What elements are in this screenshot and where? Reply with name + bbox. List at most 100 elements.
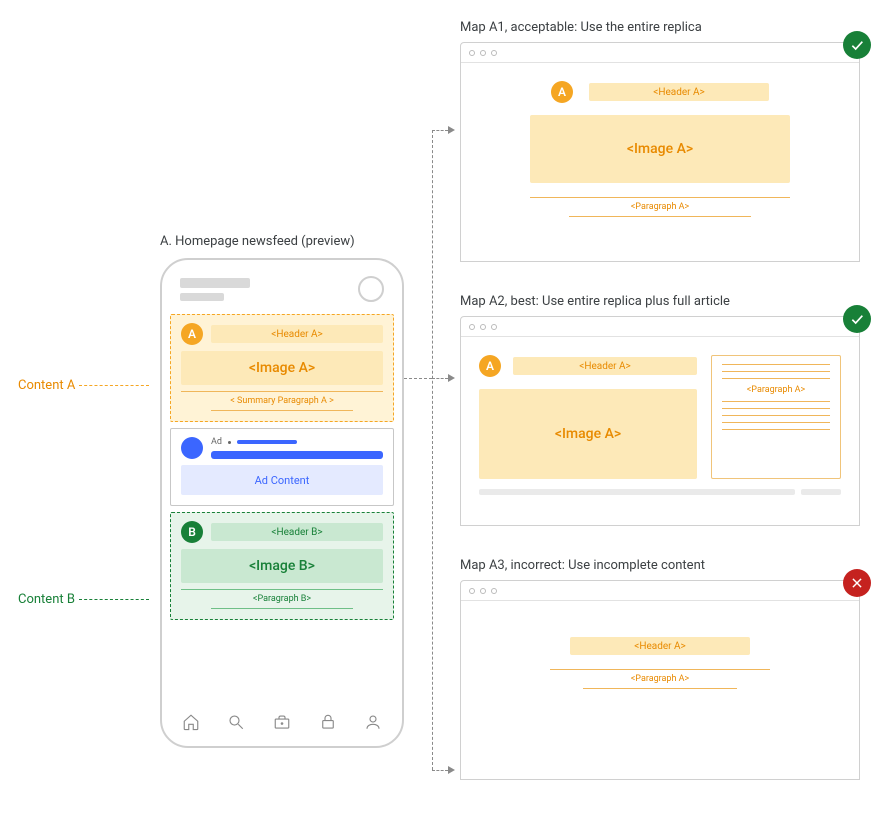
browser-titlebar — [461, 581, 859, 601]
badge-a: A — [181, 323, 203, 345]
map-a2-replica: A <Header A> <Image A> — [479, 355, 697, 479]
text-line — [722, 371, 830, 372]
connector-line — [432, 378, 448, 379]
connector-line — [404, 378, 432, 379]
text-line — [550, 669, 770, 670]
phone-title: A. Homepage newsfeed (preview) — [160, 234, 355, 249]
text-line — [211, 410, 352, 411]
content-b-card: B <Header B> <Image B> <Paragraph B> — [170, 512, 394, 620]
connector-line — [432, 130, 433, 770]
paragraph-a-label: <Paragraph A> — [631, 674, 690, 684]
paragraph-b-lines: <Paragraph B> — [181, 589, 383, 609]
text-line — [722, 364, 830, 365]
paragraph-a-label: <Paragraph A> — [747, 385, 806, 395]
paragraph-a-lines: <Paragraph A> — [530, 197, 790, 217]
avatar-placeholder — [358, 276, 384, 302]
window-dot-icon — [491, 588, 497, 594]
text-line — [569, 216, 751, 217]
text-line — [722, 408, 830, 409]
paragraph-a-label: <Paragraph A> — [631, 202, 690, 212]
text-line — [722, 401, 830, 402]
placeholder-bar — [180, 278, 250, 288]
status-error-icon — [843, 569, 871, 597]
badge-a: A — [551, 81, 573, 103]
search-icon — [227, 713, 245, 731]
content-a-label-text: Content A — [18, 378, 75, 393]
ad-line — [237, 440, 297, 444]
map-a3-label: Map A3, incorrect: Use incomplete conten… — [460, 558, 705, 573]
browser-titlebar — [461, 43, 859, 63]
badge-b: B — [181, 521, 203, 543]
lock-icon — [319, 713, 337, 731]
map-a3-body: <Header A> <Paragraph A> — [461, 601, 859, 711]
content-a-connector — [79, 385, 149, 386]
text-line — [583, 688, 737, 689]
content-a-card: A <Header A> <Image A> < Summary Paragra… — [170, 314, 394, 422]
status-ok-icon — [843, 31, 871, 59]
paragraph-a-lines: <Paragraph A> — [550, 669, 770, 689]
dot-icon — [228, 441, 231, 444]
image-a-slab: <Image A> — [530, 115, 790, 183]
map-a2-label: Map A2, best: Use entire replica plus fu… — [460, 294, 730, 309]
header-a-pill: <Header A> — [211, 325, 383, 343]
content-b-connector — [79, 599, 149, 600]
window-dot-icon — [480, 324, 486, 330]
ad-avatar — [181, 437, 203, 459]
content-b-label-text: Content B — [18, 592, 75, 607]
window-dot-icon — [491, 324, 497, 330]
phone-nav — [162, 708, 402, 736]
text-line — [722, 415, 830, 416]
map-a3-browser: <Header A> <Paragraph A> — [460, 580, 860, 780]
text-line — [181, 391, 383, 392]
ad-card: Ad Ad Content — [170, 428, 394, 506]
window-dot-icon — [491, 50, 497, 56]
ad-title-bar — [211, 451, 383, 459]
paragraph-a-lines: < Summary Paragraph A > — [181, 391, 383, 411]
image-a-slab: <Image A> — [479, 389, 697, 479]
phone-mock: A <Header A> <Image A> < Summary Paragra… — [160, 258, 404, 748]
header-a-pill: <Header A> — [513, 357, 697, 375]
window-dot-icon — [469, 50, 475, 56]
map-a1-browser: A <Header A> <Image A> <Paragraph A> — [460, 42, 860, 262]
window-dot-icon — [480, 50, 486, 56]
arrow-right-icon — [448, 126, 455, 134]
phone-top-bar — [170, 270, 394, 314]
badge-a: A — [479, 355, 501, 377]
text-line — [722, 422, 830, 423]
user-icon — [364, 713, 382, 731]
text-line — [181, 589, 383, 590]
arrow-right-icon — [448, 374, 455, 382]
content-a-label: Content A — [18, 378, 149, 393]
image-a-slab: <Image A> — [181, 351, 383, 385]
header-a-pill: <Header A> — [589, 83, 769, 101]
browser-titlebar — [461, 317, 859, 337]
content-b-label: Content B — [18, 592, 149, 607]
map-a2-body: A <Header A> <Image A> <Paragraph A> — [461, 337, 859, 517]
status-ok-icon — [843, 305, 871, 333]
scrub-bar — [479, 489, 795, 495]
connector-line — [432, 130, 448, 131]
diagram-stage: A. Homepage newsfeed (preview) Content A… — [0, 0, 895, 832]
scrub-bar — [801, 489, 841, 495]
window-dot-icon — [469, 324, 475, 330]
summary-paragraph-a-label: < Summary Paragraph A > — [230, 396, 334, 406]
ad-label: Ad — [211, 437, 222, 447]
text-line — [722, 429, 830, 430]
ad-content-slab: Ad Content — [181, 465, 383, 495]
placeholder-bar — [180, 293, 224, 301]
header-a-pill: <Header A> — [570, 637, 750, 655]
scrubber-row — [479, 489, 841, 495]
text-line — [211, 608, 352, 609]
arrow-right-icon — [448, 766, 455, 774]
map-a1-body: A <Header A> <Image A> <Paragraph A> — [461, 63, 859, 239]
placeholder-bars — [180, 278, 250, 301]
window-dot-icon — [469, 588, 475, 594]
header-b-pill: <Header B> — [211, 523, 383, 541]
home-icon — [182, 713, 200, 731]
map-a2-article-panel: <Paragraph A> — [711, 355, 841, 479]
connector-line — [432, 770, 448, 771]
paragraph-b-label: <Paragraph B> — [253, 594, 311, 604]
ad-header-wrap: Ad — [211, 437, 383, 459]
window-dot-icon — [480, 588, 486, 594]
text-line — [530, 197, 790, 198]
